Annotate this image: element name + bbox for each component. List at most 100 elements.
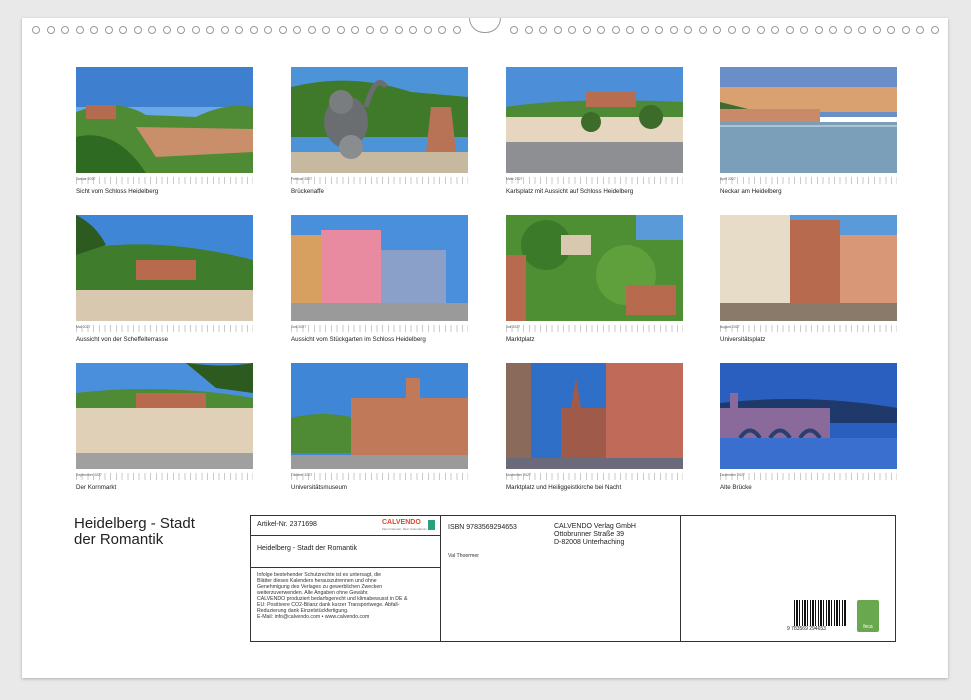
month-august: August 2027 Universitätsplatz	[720, 215, 897, 343]
photo-caption: Marktplatz und Heiliggeistkirche bei Nac…	[506, 484, 622, 491]
photo-february	[291, 67, 468, 173]
date-grid	[720, 325, 897, 332]
month-february: Februar 2027 Brückenaffe	[291, 67, 468, 195]
month-name: September 2027	[76, 473, 102, 477]
binding-hole	[626, 26, 634, 34]
photo-image	[76, 215, 253, 321]
barcode-icon	[794, 600, 846, 626]
photo-image	[506, 215, 683, 321]
binding-hole	[713, 26, 721, 34]
binding-hole	[162, 26, 171, 34]
barcode-number: 9 783569 294653	[787, 626, 826, 632]
calvendo-logo: CALVENDO Mein Kalender. Mein Kalendarium	[382, 519, 435, 532]
photo-caption: Marktplatz	[506, 336, 535, 343]
date-grid	[506, 325, 683, 332]
month-name: Februar 2027	[291, 177, 313, 181]
photo-caption: Aussicht von der Scheffelterrasse	[76, 336, 169, 343]
binding-hole	[611, 26, 620, 34]
binding-hole	[640, 26, 649, 34]
date-grid	[291, 177, 468, 184]
binding-hole	[742, 26, 750, 34]
publisher-info-box: Artikel-Nr. 2371698 CALVENDO Mein Kalend…	[250, 515, 896, 642]
month-name: März 2027	[506, 177, 523, 181]
binding-hole	[61, 26, 69, 34]
publisher-name: CALVENDO Verlag GmbH	[554, 523, 636, 530]
month-name: Dezember 2027	[720, 473, 745, 477]
binding-hole	[119, 26, 127, 34]
binding-hole	[582, 26, 591, 34]
binding-hole	[264, 26, 272, 34]
binding-hole	[698, 26, 707, 34]
subtitle-row: Heidelberg - Stadt der Romantik	[251, 536, 440, 568]
binding-hole	[843, 26, 852, 34]
date-grid	[76, 177, 253, 184]
binding-hole	[133, 26, 142, 34]
date-grid	[720, 177, 897, 184]
binding-hole	[336, 26, 345, 34]
photo-caption: Universitätsplatz	[720, 336, 766, 343]
binding-hole	[655, 26, 663, 34]
month-january: Januar 2027 Sicht vom Schloss Heidelberg	[76, 67, 253, 195]
legal-line: E-Mail: info@calvendo.com • www.calvendo…	[257, 614, 370, 620]
info-subtitle: Heidelberg - Stadt der Romantik	[257, 545, 357, 552]
photo-image	[720, 67, 897, 173]
photo-image	[76, 363, 253, 469]
photo-image	[291, 363, 468, 469]
month-name: Januar 2027	[76, 177, 96, 181]
month-name: Mai 2027	[76, 325, 91, 329]
month-name: Oktober 2027	[291, 473, 313, 477]
photo-june	[291, 215, 468, 321]
binding-hole	[452, 26, 461, 34]
binding-hole	[307, 26, 316, 34]
binding-hole	[568, 26, 576, 34]
photo-january	[76, 67, 253, 173]
photo-december	[720, 363, 897, 469]
author: Val Thoermer	[448, 553, 479, 559]
binding-hole	[191, 26, 200, 34]
photo-image	[76, 67, 253, 173]
binding-hole	[220, 26, 229, 34]
photo-caption: Universitätsmuseum	[291, 484, 348, 491]
feca-logo-icon: feca	[857, 600, 879, 632]
photo-caption: Sicht vom Schloss Heidelberg	[76, 188, 159, 195]
photo-image	[720, 215, 897, 321]
binding-hole	[785, 26, 794, 34]
binding-hole	[814, 26, 823, 34]
binding-hole	[365, 26, 374, 34]
binding-hole	[293, 26, 301, 34]
binding-hole	[916, 26, 924, 34]
title-line-1: Heidelberg - Stadt	[74, 515, 195, 532]
binding-hole	[524, 26, 533, 34]
photo-image	[506, 363, 683, 469]
photo-april	[720, 67, 897, 173]
binding-hole	[539, 26, 547, 34]
month-april: April 2027 Neckar am Heidelberg	[720, 67, 897, 195]
photo-caption: Neckar am Heidelberg	[720, 188, 782, 195]
logo-text: CALVENDO	[382, 519, 421, 526]
photo-caption: Aussicht vom Stückgarten im Schloss Heid…	[291, 336, 426, 343]
binding-hole	[394, 26, 403, 34]
binding-hole	[901, 26, 910, 34]
date-grid	[506, 177, 683, 184]
month-name: August 2027	[720, 325, 740, 329]
month-december: Dezember 2027 Alte Brücke	[720, 363, 897, 491]
binding-hole	[104, 26, 113, 34]
photo-september	[76, 363, 253, 469]
info-column-middle: ISBN 9783569294653 Val Thoermer CALVENDO…	[440, 516, 681, 641]
date-grid	[76, 325, 253, 332]
month-name: November 2027	[506, 473, 531, 477]
binding-hole	[438, 26, 446, 34]
article-row: Artikel-Nr. 2371698 CALVENDO Mein Kalend…	[251, 516, 440, 536]
month-name: April 2027	[720, 177, 736, 181]
binding-hole	[684, 26, 692, 34]
binding-hole	[206, 26, 214, 34]
photo-image	[720, 363, 897, 469]
photo-august	[720, 215, 897, 321]
calendar-back-sheet: Januar 2027 Sicht vom Schloss Heidelberg…	[22, 18, 948, 678]
binding-hole	[322, 26, 330, 34]
isbn: ISBN 9783569294653	[448, 524, 517, 531]
binding-hole	[800, 26, 808, 34]
binding-hole	[177, 26, 185, 34]
month-june: Juni 2027 Aussicht vom Stückgarten im Sc…	[291, 215, 468, 343]
binding-hole	[235, 26, 243, 34]
